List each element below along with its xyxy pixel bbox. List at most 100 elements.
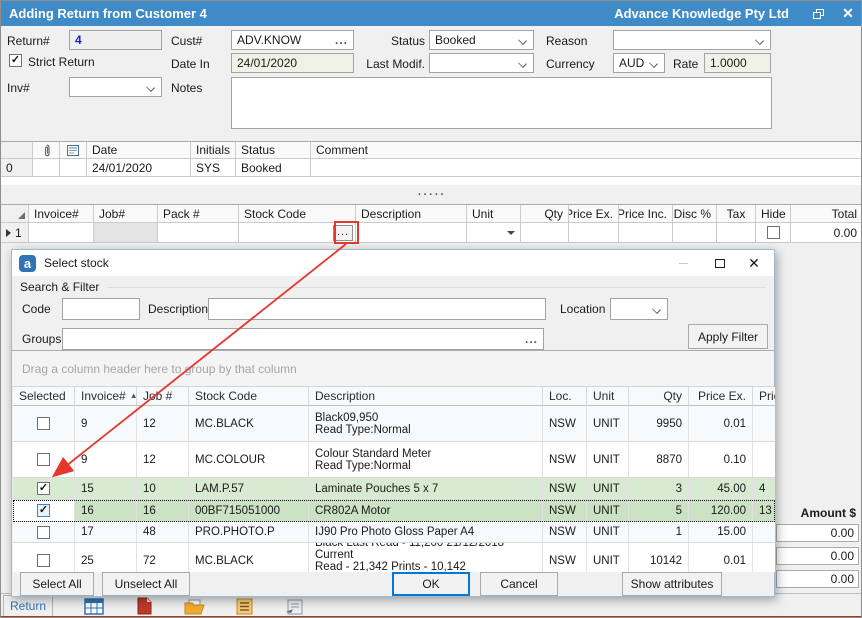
lines-tax-header[interactable]: Tax [717, 205, 756, 223]
select-all-button[interactable]: Select All [20, 572, 94, 596]
stock-table-row[interactable]: 17 48 PRO.PHOTO.P IJ90 Pro Photo Gloss P… [13, 522, 775, 543]
return-number-field[interactable]: 4 [69, 30, 162, 50]
reason-select[interactable] [613, 30, 771, 50]
splitter-handle[interactable]: ····· [1, 185, 862, 204]
ok-button[interactable]: OK [392, 572, 470, 596]
row-unit-cell[interactable]: UNIT [587, 543, 629, 572]
lines-total-header[interactable]: Total [791, 205, 862, 223]
row-priceex-cell[interactable]: 0.01 [689, 406, 753, 442]
filter-description-input[interactable] [208, 298, 546, 320]
tab-return[interactable]: Return [3, 595, 53, 616]
row-priceinc-cell-clipped[interactable] [753, 406, 775, 442]
inv-number-select[interactable] [69, 77, 162, 97]
row-job-cell[interactable]: 16 [137, 500, 189, 522]
row-invoice-cell[interactable]: 25 [75, 543, 137, 572]
dialog-close-button[interactable]: ✕ [737, 250, 771, 276]
row-job-cell[interactable]: 10 [137, 478, 189, 500]
row-priceex-cell[interactable]: 45.00 [689, 478, 753, 500]
row-loc-cell[interactable]: NSW [543, 500, 587, 522]
row-selected-cell[interactable] [13, 543, 75, 572]
last-modif-select[interactable] [429, 53, 534, 73]
lines-disc-cell[interactable] [673, 223, 717, 243]
location-select[interactable] [610, 298, 668, 320]
row-job-cell[interactable]: 48 [137, 522, 189, 543]
history-comment-header[interactable]: Comment [311, 142, 862, 159]
row-job-cell[interactable]: 12 [137, 406, 189, 442]
qty-column-header[interactable]: Qty [629, 387, 689, 406]
loc-column-header[interactable]: Loc. [543, 387, 587, 406]
row-checkbox[interactable] [37, 417, 50, 430]
cancel-button[interactable]: Cancel [480, 572, 558, 596]
row-stockcode-cell[interactable]: 00BF715051000 [189, 500, 309, 522]
stock-lookup-button[interactable]: ... [333, 225, 353, 241]
lines-stockcode-cell[interactable]: ... [239, 223, 356, 243]
open-folder-button[interactable] [181, 595, 207, 615]
note-column-header[interactable] [60, 142, 87, 159]
row-description-cell[interactable]: Laminate Pouches 5 x 7 [309, 478, 543, 500]
stock-table-row[interactable]: 9 12 MC.BLACK Black09,950 Read Type:Norm… [13, 406, 775, 442]
export-table-button[interactable] [81, 595, 107, 615]
attachment-column-header[interactable] [33, 142, 60, 159]
row-qty-cell[interactable]: 10142 [629, 543, 689, 572]
row-description-cell[interactable]: Black09,950 Read Type:Normal [309, 406, 543, 442]
export-word-button[interactable] [131, 595, 157, 615]
row-selected-cell[interactable] [13, 522, 75, 543]
row-selected-cell[interactable] [13, 406, 75, 442]
lines-unit-header[interactable]: Unit [467, 205, 521, 223]
row-priceinc-cell-clipped[interactable]: 13 [753, 500, 775, 522]
row-unit-cell[interactable]: UNIT [587, 500, 629, 522]
row-priceinc-cell-clipped[interactable] [753, 522, 775, 543]
row-loc-cell[interactable]: NSW [543, 478, 587, 500]
row-unit-cell[interactable]: UNIT [587, 442, 629, 478]
row-invoice-cell[interactable]: 15 [75, 478, 137, 500]
status-select[interactable]: Booked [429, 30, 534, 50]
lines-description-cell[interactable] [356, 223, 467, 243]
row-qty-cell[interactable]: 3 [629, 478, 689, 500]
row-checkbox[interactable] [37, 482, 50, 495]
row-qty-cell[interactable]: 8870 [629, 442, 689, 478]
row-qty-cell[interactable]: 1 [629, 522, 689, 543]
row-job-cell[interactable]: 12 [137, 442, 189, 478]
selected-column-header[interactable]: Selected [13, 387, 75, 406]
lines-qty-cell[interactable] [521, 223, 569, 243]
stock-table-row[interactable]: 16 16 00BF715051000 CR802A Motor NSW UNI… [13, 500, 775, 522]
row-invoice-cell[interactable]: 9 [75, 442, 137, 478]
row-description-cell[interactable]: IJ90 Pro Photo Gloss Paper A4 [309, 522, 543, 543]
history-status-header[interactable]: Status [236, 142, 311, 159]
lines-job-header[interactable]: Job# [94, 205, 158, 223]
stockcode-column-header[interactable]: Stock Code [189, 387, 309, 406]
history-initials-cell[interactable]: SYS [191, 159, 236, 177]
job-column-header[interactable]: Job # [137, 387, 189, 406]
unit-column-header[interactable]: Unit [587, 387, 629, 406]
row-description-cell[interactable]: Black Last Read - 11,200 21/12/2018 Curr… [309, 543, 543, 572]
history-date-cell[interactable]: 24/01/2020 [87, 159, 191, 177]
history-status-cell[interactable]: Booked [236, 159, 311, 177]
row-priceinc-cell-clipped[interactable] [753, 543, 775, 572]
invoice-column-header[interactable]: Invoice#▲ [75, 387, 137, 406]
currency-select[interactable]: AUD [613, 53, 665, 73]
row-selected-cell[interactable] [13, 478, 75, 500]
lines-invoice-header[interactable]: Invoice# [29, 205, 94, 223]
lines-hide-header[interactable]: Hide [756, 205, 791, 223]
lines-priceinc-header[interactable]: Price Inc. [619, 205, 673, 223]
row-priceex-cell[interactable]: 15.00 [689, 522, 753, 543]
apply-filter-button[interactable]: Apply Filter [688, 324, 768, 349]
date-in-field[interactable]: 24/01/2020 [231, 53, 354, 73]
row-checkbox[interactable] [37, 554, 50, 567]
show-attributes-button[interactable]: Show attributes [622, 572, 722, 596]
lines-row[interactable]: 1 ... 0.00 [1, 223, 862, 243]
lines-unit-cell[interactable] [467, 223, 521, 243]
row-unit-cell[interactable]: UNIT [587, 478, 629, 500]
lines-priceex-cell[interactable] [569, 223, 619, 243]
row-checkbox[interactable] [37, 453, 50, 466]
row-job-cell[interactable]: 72 [137, 543, 189, 572]
restore-button[interactable] [803, 1, 833, 26]
lines-priceinc-cell[interactable] [619, 223, 673, 243]
notes-textarea[interactable] [231, 77, 772, 129]
row-loc-cell[interactable]: NSW [543, 543, 587, 572]
lines-description-header[interactable]: Description [356, 205, 467, 223]
row-selected-cell[interactable] [13, 500, 75, 522]
edit-note-button[interactable] [281, 595, 307, 615]
row-priceinc-cell-clipped[interactable]: 4 [753, 478, 775, 500]
row-stockcode-cell[interactable]: MC.COLOUR [189, 442, 309, 478]
